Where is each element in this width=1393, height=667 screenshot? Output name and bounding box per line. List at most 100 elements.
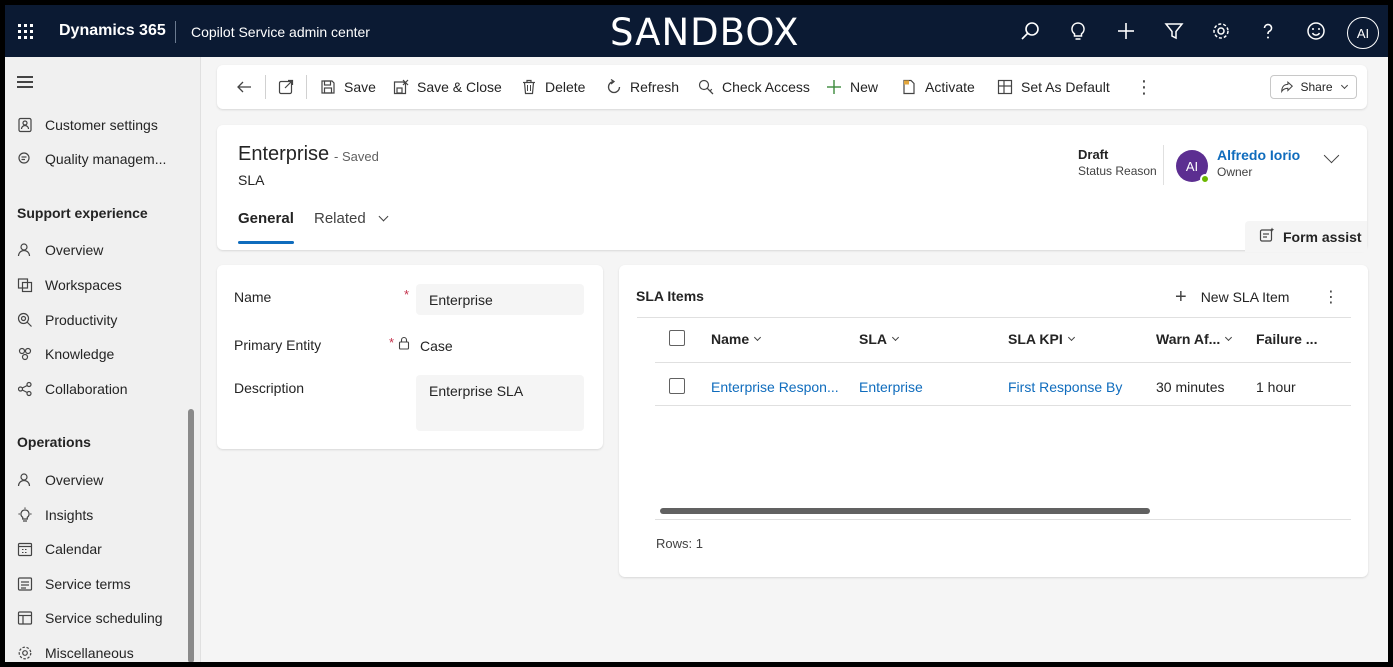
document-activate-icon [900, 78, 918, 96]
cell-name-link[interactable]: Enterprise Respon... [711, 379, 839, 395]
new-button[interactable]: New [825, 65, 878, 109]
sidebar-item-workspaces[interactable]: Workspaces [15, 270, 185, 300]
app-launcher-icon[interactable] [18, 24, 34, 40]
row-count: Rows: 1 [656, 536, 703, 551]
plus-icon[interactable] [1114, 19, 1138, 43]
activate-button[interactable]: Activate [900, 65, 975, 109]
brand-name[interactable]: Dynamics 365 [59, 22, 166, 40]
lightbulb-icon[interactable] [1066, 19, 1090, 43]
column-header-sla[interactable]: SLA [859, 331, 900, 347]
column-header-failure-after[interactable]: Failure ... [1256, 331, 1317, 347]
sidebar-item-insights[interactable]: Insights [15, 500, 185, 530]
save-and-close-button[interactable]: Save & Close [392, 65, 502, 109]
collaboration-icon [15, 379, 35, 399]
search-icon[interactable] [1018, 19, 1042, 43]
sidebar-item-label: Customer settings [45, 117, 158, 133]
lock-icon [398, 336, 410, 353]
required-indicator: * [404, 287, 410, 302]
cell-sla-kpi-link[interactable]: First Response By [1008, 379, 1122, 395]
sidebar-item-label: Overview [45, 472, 104, 488]
knowledge-icon [15, 344, 35, 364]
horizontal-scrollbar[interactable] [660, 508, 1150, 514]
check-access-button[interactable]: Check Access [697, 65, 810, 109]
sidebar-item-quality-management[interactable]: Quality managem... [15, 144, 185, 174]
command-separator [265, 75, 266, 99]
grid-divider [655, 362, 1351, 363]
description-textarea[interactable]: Enterprise SLA [416, 375, 584, 431]
chevron-down-icon [1225, 333, 1233, 342]
sidebar-item-label: Calendar [45, 541, 102, 557]
sidebar: Customer settings Quality managem... Sup… [5, 57, 201, 662]
gear-icon[interactable] [1209, 19, 1233, 43]
table-default-icon [996, 78, 1014, 96]
column-header-sla-kpi[interactable]: SLA KPI [1008, 331, 1075, 347]
more-commands-icon[interactable]: ⋮ [1135, 65, 1153, 109]
column-header-name[interactable]: Name [711, 331, 762, 347]
form-assist-button[interactable]: Form assist [1245, 221, 1367, 252]
owner-label: Owner [1217, 165, 1253, 179]
required-indicator: * [389, 335, 395, 350]
sidebar-item-label: Collaboration [45, 381, 128, 397]
sidebar-item-support-overview[interactable]: Overview [15, 235, 185, 265]
set-as-default-button[interactable]: Set As Default [996, 65, 1110, 109]
sidebar-item-label: Workspaces [45, 277, 122, 293]
refresh-button[interactable]: Refresh [605, 65, 679, 109]
select-all-checkbox[interactable] [669, 330, 685, 346]
sidebar-item-label: Productivity [45, 312, 118, 328]
sidebar-scrollbar[interactable] [188, 409, 194, 662]
name-field-label: Name [234, 289, 272, 305]
owner-link[interactable]: Alfredo Iorio [1217, 147, 1300, 163]
smiley-icon[interactable] [1304, 19, 1328, 43]
sidebar-item-service-terms[interactable]: Service terms [15, 569, 185, 599]
tab-general[interactable]: General [238, 210, 294, 227]
tab-related[interactable]: Related [314, 210, 389, 227]
name-input[interactable]: Enterprise [416, 284, 584, 315]
cell-warn-after: 30 minutes [1156, 379, 1225, 395]
sidebar-item-collaboration[interactable]: Collaboration [15, 374, 185, 404]
sidebar-item-productivity[interactable]: Productivity [15, 305, 185, 335]
quality-icon [15, 149, 35, 169]
help-icon[interactable] [1256, 19, 1280, 43]
column-header-warn-after[interactable]: Warn Af... [1156, 331, 1233, 347]
sidebar-item-label: Insights [45, 507, 94, 523]
chevron-down-icon [891, 333, 900, 342]
primary-entity-value: Case [420, 338, 453, 354]
open-new-window-button[interactable] [277, 65, 302, 109]
sidebar-item-miscellaneous[interactable]: Miscellaneous [15, 638, 185, 662]
hamburger-menu-icon[interactable] [17, 76, 33, 88]
new-sla-item-button[interactable]: + New SLA Item [1175, 286, 1289, 308]
record-entity-name: SLA [238, 172, 265, 188]
filter-icon[interactable] [1162, 19, 1186, 43]
record-save-status: - Saved [334, 149, 379, 164]
grid-divider [655, 405, 1351, 406]
more-options-icon[interactable]: ⋮ [1323, 287, 1339, 307]
sidebar-item-service-scheduling[interactable]: Service scheduling [15, 603, 185, 633]
cell-sla-link[interactable]: Enterprise [859, 379, 923, 395]
status-reason-value: Draft [1078, 147, 1109, 162]
delete-button[interactable]: Delete [520, 65, 585, 109]
trash-icon [520, 78, 538, 96]
top-bar: Dynamics 365 Copilot Service admin cente… [5, 5, 1388, 57]
service-terms-icon [15, 574, 35, 594]
header-expand-chevron-icon[interactable] [1323, 147, 1340, 164]
topbar-divider [175, 21, 176, 43]
people-icon [15, 470, 35, 490]
sidebar-item-operations-overview[interactable]: Overview [15, 465, 185, 495]
chevron-down-icon [378, 211, 389, 222]
app-name[interactable]: Copilot Service admin center [191, 24, 370, 40]
row-checkbox[interactable] [669, 378, 685, 394]
sidebar-item-knowledge[interactable]: Knowledge [15, 339, 185, 369]
record-header: Enterprise - Saved SLA General Related D… [217, 125, 1367, 252]
app-window: Dynamics 365 Copilot Service admin cente… [5, 5, 1388, 662]
sidebar-item-label: Service terms [45, 576, 131, 592]
user-avatar[interactable]: AI [1347, 17, 1379, 49]
sidebar-item-customer-settings[interactable]: Customer settings [15, 110, 185, 140]
sidebar-item-calendar[interactable]: Calendar [15, 534, 185, 564]
customer-settings-icon [15, 115, 35, 135]
save-button[interactable]: Save [319, 65, 376, 109]
command-bar: Save Save & Close Delete Refresh Check A… [217, 65, 1367, 109]
environment-banner: SANDBOX [610, 11, 800, 54]
key-search-icon [697, 78, 715, 96]
back-button[interactable] [235, 65, 260, 109]
share-button[interactable]: Share [1270, 75, 1357, 99]
